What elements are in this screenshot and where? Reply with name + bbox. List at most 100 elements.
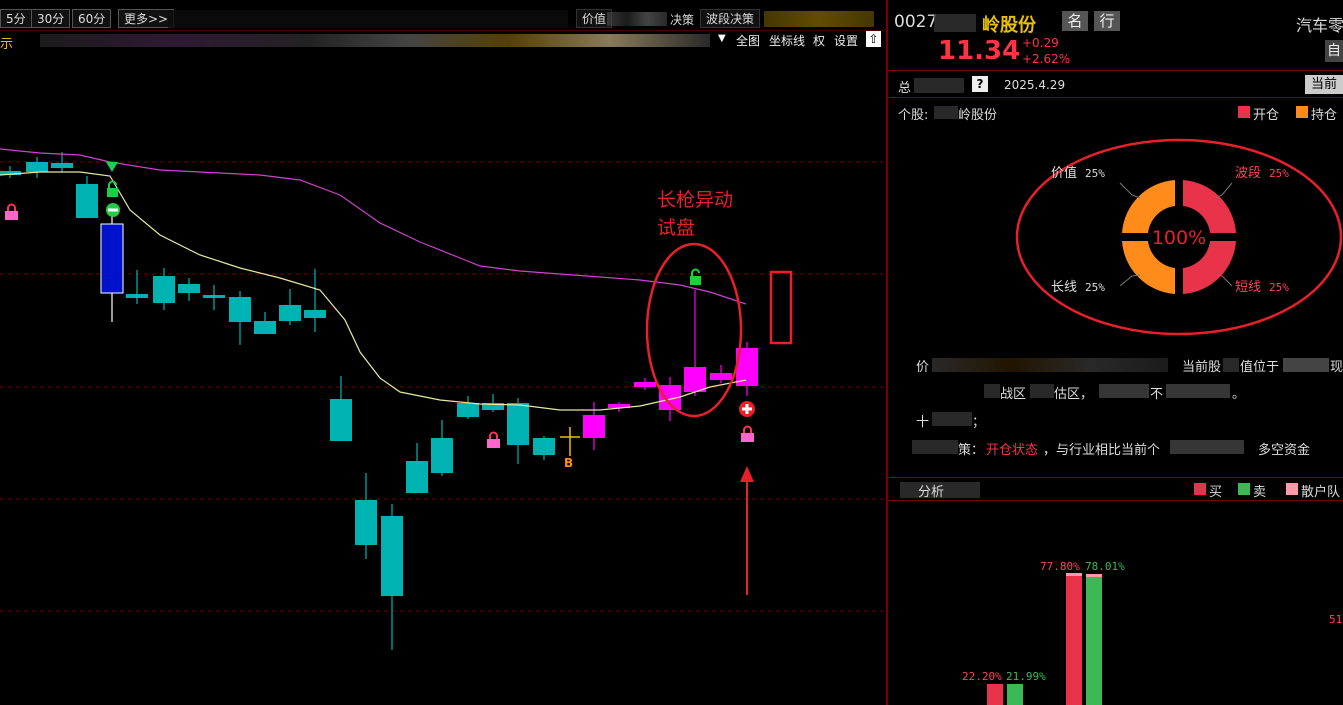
data-date: 2025.4.29 xyxy=(1004,78,1066,92)
candle-body xyxy=(507,403,529,445)
analysis-status: 开仓状态 xyxy=(986,443,1039,458)
candle-body xyxy=(457,403,479,417)
up-arrow-icon[interactable]: ⇧ xyxy=(866,31,881,47)
period-5min-button[interactable]: 5分 xyxy=(0,9,32,28)
blurred-region xyxy=(168,10,568,28)
rights-link[interactable]: 权 xyxy=(813,32,825,49)
candlestick-chart[interactable]: B 长枪异动 试盘 xyxy=(0,50,886,705)
help-icon[interactable]: ? xyxy=(972,76,988,92)
analysis-line3-a: 十 xyxy=(916,415,930,430)
candles xyxy=(0,152,758,650)
flow-title: 分析 xyxy=(918,485,945,500)
coordinate-line-link[interactable]: 坐标线 xyxy=(769,32,805,49)
legend-retail-swatch xyxy=(1286,483,1298,495)
candle-body xyxy=(330,399,352,441)
divider-line xyxy=(888,97,1343,98)
analysis-line1-c: 值位于 xyxy=(1240,360,1280,375)
blurred-region xyxy=(912,440,958,454)
name-tag-button[interactable]: 名 xyxy=(1062,11,1088,31)
blurred-region xyxy=(1283,358,1329,372)
stock-code: 0027 xyxy=(894,12,938,32)
candle-body xyxy=(355,500,377,545)
candle-body xyxy=(684,367,706,392)
signal-markers: B xyxy=(5,162,755,470)
bar-big-buy xyxy=(1066,576,1082,705)
annotation-subtitle: 试盘 xyxy=(657,217,695,239)
lock-icon xyxy=(741,425,754,442)
legend-buy-swatch xyxy=(1194,483,1206,495)
legend-buy-label: 买 xyxy=(1209,485,1223,500)
fund-flow-bar-chart: 22.20% 21.99% 77.80% 78.01% 51 xyxy=(962,560,1342,705)
arrow-up-icon xyxy=(740,466,754,482)
candle-body xyxy=(254,321,276,334)
lock-open-icon xyxy=(107,180,118,197)
candle-body xyxy=(126,294,148,298)
period-toolbar: 5分 30分 60分 更多>> 价值 决策 波段决策 xyxy=(0,0,886,31)
divider-line xyxy=(888,70,1343,71)
doji-cross-icon xyxy=(560,427,580,456)
candle-body xyxy=(51,163,73,168)
blurred-region xyxy=(1166,384,1230,398)
analysis-line4-c: ，与行业相比当前个 xyxy=(1043,443,1161,458)
divider-line xyxy=(888,477,1343,478)
position-donut-chart: 100% 价值 25% 波段 25% 长线 25% 短线 25% xyxy=(1015,138,1343,336)
right-panel: 0027 岭股份 名 行 汽车零 11.34 +0.29 +2.62% 自 总 … xyxy=(888,0,1343,705)
full-chart-link[interactable]: 全图 xyxy=(736,32,760,49)
band-pct: 25% xyxy=(1269,167,1289,180)
value-label: 价值 xyxy=(1051,165,1077,181)
candle-body xyxy=(533,438,555,455)
legend-hold-swatch xyxy=(1296,106,1308,118)
candle-body xyxy=(431,438,453,473)
chart-subbar: 示 ▼ 全图 坐标线 权 设置 ⇧ xyxy=(0,30,886,52)
analysis-line1-d: 现 xyxy=(1330,360,1343,375)
band-label: 波段 xyxy=(1235,166,1261,181)
current-button[interactable]: 当前 xyxy=(1305,75,1343,94)
blurred-region xyxy=(934,14,976,32)
candle-body xyxy=(229,297,251,322)
candle-body xyxy=(178,284,200,293)
long-label: 长线 xyxy=(1051,280,1077,295)
stock-price: 11.34 xyxy=(938,36,1021,66)
candle-body xyxy=(634,382,656,387)
stock-name: 岭股份 xyxy=(982,15,1036,36)
legend-sell-swatch xyxy=(1238,483,1250,495)
more-periods-button[interactable]: 更多>> xyxy=(118,9,175,28)
analysis-line1-b: 当前股 xyxy=(1182,360,1222,375)
candle-body xyxy=(100,223,124,294)
blurred-region xyxy=(1170,440,1244,454)
price-change-pct: +2.62% xyxy=(1022,52,1071,66)
buy-b-marker: B xyxy=(564,456,573,470)
long-pct: 25% xyxy=(1085,281,1105,294)
band-strategy-button[interactable]: 波段决策 xyxy=(700,9,761,28)
chevron-down-icon[interactable]: ▼ xyxy=(718,33,726,44)
period-30min-button[interactable]: 30分 xyxy=(31,9,71,28)
period-60min-button[interactable]: 60分 xyxy=(72,9,112,28)
candle-body xyxy=(406,461,428,493)
analysis-section: 价 当前股 值位于 现 战区 估区， 不 。 十 ； 策： 开仓状态 ，与行业相… xyxy=(888,348,1343,478)
short-label: 短线 xyxy=(1235,280,1261,295)
self-select-button[interactable]: 自 xyxy=(1325,40,1343,62)
bar-small-buy xyxy=(987,684,1003,705)
bar-big-buy-label: 77.80% xyxy=(1040,560,1080,573)
analysis-line2-d: 。 xyxy=(1232,387,1246,402)
bar-small-sell-label: 21.99% xyxy=(1006,670,1046,683)
plus-circle-icon xyxy=(739,401,755,417)
donut-center-value: 100% xyxy=(1152,227,1206,249)
candle-body xyxy=(76,184,98,218)
industry-tag-button[interactable]: 行 xyxy=(1094,11,1120,31)
summary-label: 总 xyxy=(898,81,912,96)
sell-triangle-icon xyxy=(106,162,118,172)
bar-big-sell xyxy=(1086,577,1102,705)
strategy-label: 决策 xyxy=(670,13,695,27)
candle-body xyxy=(153,276,175,303)
sector-label: 汽车零 xyxy=(1296,16,1343,35)
grid-lines xyxy=(0,161,886,612)
analysis-line4-d: 多空资金 xyxy=(1258,443,1311,458)
short-pct: 25% xyxy=(1269,281,1289,294)
candle-body xyxy=(381,516,403,596)
blurred-region xyxy=(984,384,1000,398)
bar-small-sell xyxy=(1007,684,1023,705)
blurred-region xyxy=(607,12,667,26)
settings-link[interactable]: 设置 xyxy=(834,32,858,49)
value-pct: 25% xyxy=(1085,167,1105,180)
